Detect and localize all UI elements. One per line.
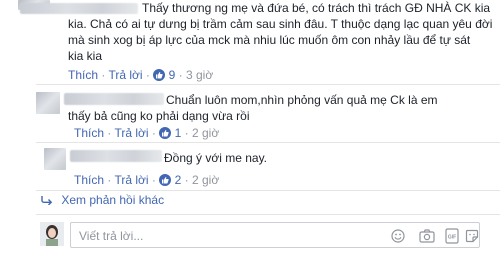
reply-input-placeholder: Viết trả lời...	[79, 229, 144, 243]
like-button[interactable]: Thích	[74, 173, 104, 187]
divider	[36, 214, 500, 215]
svg-text:GIF: GIF	[448, 235, 456, 241]
separator: ·	[151, 173, 156, 187]
divider	[36, 190, 500, 191]
user-avatar[interactable]	[40, 222, 64, 246]
camera-icon[interactable]	[419, 229, 435, 243]
comment-line: Đồng ý với me nay.	[164, 151, 268, 165]
like-badge-icon[interactable]	[159, 174, 172, 186]
gif-icon[interactable]: GIF	[445, 228, 459, 244]
more-replies-label[interactable]: Xem phản hồi khác	[61, 193, 164, 207]
separator: ·	[184, 173, 189, 187]
reply-arrow-icon	[40, 194, 54, 206]
reply-input[interactable]: Viết trả lời... GIF	[70, 222, 480, 248]
timestamp[interactable]: 2 giờ	[192, 173, 219, 187]
comment-actions: Thích · Trả lời · 2 · 2 giờ	[74, 173, 219, 187]
comment-text: Đồng ý với me nay.	[0, 0, 500, 168]
more-replies-link[interactable]: Xem phản hồi khác	[40, 193, 164, 207]
emoji-icon[interactable]	[391, 229, 405, 243]
separator: ·	[107, 173, 112, 187]
sticker-icon[interactable]	[465, 229, 479, 243]
like-count[interactable]: 2	[175, 173, 182, 187]
reply-button[interactable]: Trả lời	[114, 173, 148, 187]
